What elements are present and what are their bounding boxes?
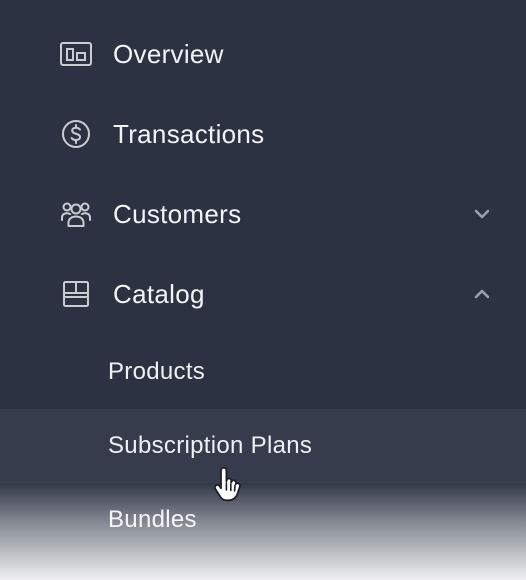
- sidebar-subitem-label: Bundles: [108, 506, 197, 533]
- sidebar-item-transactions[interactable]: Transactions: [0, 104, 526, 164]
- sidebar-subitem-subscription-plans[interactable]: Subscription Plans: [0, 409, 526, 483]
- users-icon: [58, 196, 94, 232]
- sidebar-item-label: Catalog: [113, 278, 205, 309]
- sidebar-nav: Overview Transactions Customers Catalog …: [0, 0, 526, 580]
- chevron-down-icon[interactable]: [470, 202, 494, 226]
- sidebar-subitem-bundles[interactable]: Bundles: [0, 483, 526, 557]
- sidebar-item-catalog[interactable]: Catalog: [0, 264, 526, 324]
- sidebar-subitem-products[interactable]: Products: [0, 335, 526, 409]
- sidebar-item-label: Customers: [113, 198, 242, 229]
- sidebar-item-customers[interactable]: Customers: [0, 184, 526, 244]
- sidebar-item-label: Overview: [113, 38, 224, 69]
- overview-icon: [58, 36, 94, 72]
- sidebar-subitem-label: Subscription Plans: [108, 432, 313, 459]
- dollar-circle-icon: [58, 116, 94, 152]
- hand-pointer-cursor-icon: [210, 466, 250, 506]
- sidebar-item-label: Transactions: [113, 118, 265, 149]
- chevron-up-icon[interactable]: [470, 282, 494, 306]
- catalog-icon: [58, 276, 94, 312]
- sidebar-item-overview[interactable]: Overview: [0, 24, 526, 84]
- sidebar-subitem-label: Products: [108, 358, 206, 385]
